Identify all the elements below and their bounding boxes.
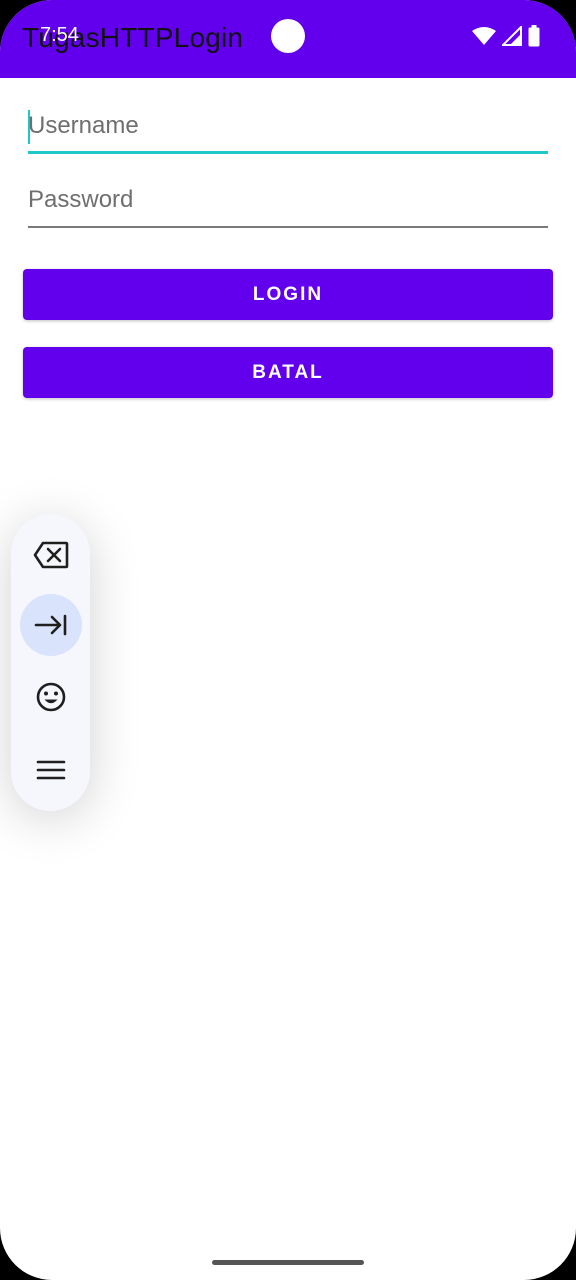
app-bar: TugasHTTPLogin 7:54	[0, 0, 576, 78]
menu-icon	[36, 760, 66, 780]
tab-button[interactable]	[20, 594, 82, 656]
password-placeholder: Password	[28, 186, 134, 213]
menu-button[interactable]	[20, 739, 82, 801]
username-underline	[28, 151, 548, 154]
signal-icon	[502, 26, 522, 46]
status-icons	[472, 24, 540, 48]
camera-cutout	[271, 19, 305, 53]
floating-keyboard-toolbar	[11, 514, 90, 811]
username-field[interactable]: Username	[28, 108, 548, 154]
wifi-icon	[472, 27, 496, 45]
home-indicator[interactable]	[212, 1260, 364, 1265]
backspace-icon	[33, 541, 69, 569]
screen: TugasHTTPLogin 7:54 Username Password LO…	[0, 0, 576, 1280]
emoji-button[interactable]	[20, 666, 82, 728]
battery-icon	[528, 25, 540, 47]
password-field[interactable]: Password	[28, 182, 548, 228]
status-time: 7:54	[40, 24, 79, 46]
password-underline	[28, 226, 548, 228]
cancel-button[interactable]: BATAL	[23, 347, 553, 398]
emoji-icon	[36, 682, 66, 712]
login-button[interactable]: LOGIN	[23, 269, 553, 320]
backspace-button[interactable]	[20, 524, 82, 586]
tab-icon	[34, 614, 67, 636]
username-placeholder: Username	[28, 112, 139, 139]
